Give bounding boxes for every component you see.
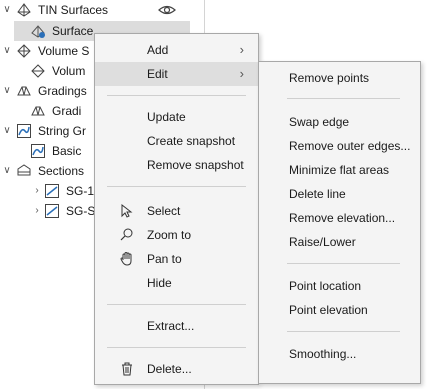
menu-separator	[107, 95, 246, 96]
chevron-down-icon[interactable]: ∨	[2, 161, 12, 181]
submenu-item-point-elevation[interactable]: Point elevation	[259, 299, 420, 321]
submenu-item-minimize-flat-areas[interactable]: Minimize flat areas	[259, 159, 420, 181]
menu-item-label: Pan to	[147, 252, 182, 266]
chevron-down-icon[interactable]: ∨	[2, 0, 12, 20]
menu-separator	[107, 347, 246, 348]
sections-icon	[17, 164, 31, 176]
context-menu: Add › Edit › Update Create snapshot Remo…	[94, 33, 259, 385]
string-group-icon	[17, 124, 31, 138]
submenu-item-label: Point elevation	[289, 303, 368, 317]
edit-submenu: Remove points Swap edge Remove outer edg…	[258, 61, 421, 384]
menu-item-hide[interactable]: Hide	[95, 271, 258, 295]
volume-icon	[31, 64, 45, 78]
chevron-right-icon[interactable]: ›	[32, 201, 42, 221]
submenu-item-label: Raise/Lower	[289, 235, 356, 249]
submenu-separator	[287, 331, 400, 332]
menu-item-zoom-to[interactable]: Zoom to	[95, 223, 258, 247]
section-group-icon	[45, 184, 59, 198]
menu-item-label: Zoom to	[147, 228, 192, 242]
submenu-item-label: Remove outer edges...	[289, 139, 411, 153]
string-icon	[31, 144, 45, 158]
grading-icon	[31, 106, 45, 116]
submenu-separator	[287, 98, 400, 99]
submenu-item-label: Remove elevation...	[289, 211, 396, 225]
chevron-right-icon: ›	[239, 66, 244, 81]
menu-item-label: Create snapshot	[147, 134, 236, 148]
tree-item-label: Sections	[38, 164, 85, 178]
menu-item-pan-to[interactable]: Pan to	[95, 247, 258, 271]
menu-separator	[107, 186, 246, 187]
tree-item-label: SG-S	[66, 204, 96, 218]
menu-item-extract[interactable]: Extract...	[95, 314, 258, 338]
submenu-item-remove-elevation[interactable]: Remove elevation...	[259, 207, 420, 229]
menu-item-create-snapshot[interactable]: Create snapshot	[95, 129, 258, 153]
tree-item-label: Gradi	[52, 104, 82, 118]
tree-item-label: Volum	[52, 64, 86, 78]
tree-item-label: Basic	[52, 144, 82, 158]
chevron-down-icon[interactable]: ∨	[2, 41, 12, 61]
chevron-down-icon[interactable]: ∨	[2, 81, 12, 101]
submenu-item-smoothing[interactable]: Smoothing...	[259, 343, 420, 365]
menu-item-label: Delete...	[147, 362, 192, 376]
submenu-item-remove-points[interactable]: Remove points	[259, 67, 420, 89]
submenu-item-label: Delete line	[289, 187, 346, 201]
tree-item-label: Gradings	[38, 84, 87, 98]
hand-icon	[120, 251, 132, 266]
volume-surface-icon	[17, 44, 31, 58]
magnifier-icon	[120, 228, 133, 241]
submenu-item-point-location[interactable]: Point location	[259, 275, 420, 297]
menu-item-remove-snapshot[interactable]: Remove snapshot	[95, 153, 258, 177]
menu-item-label: Remove snapshot	[147, 158, 244, 172]
submenu-item-label: Minimize flat areas	[289, 163, 390, 177]
trash-icon	[122, 362, 132, 376]
chevron-down-icon[interactable]: ∨	[2, 121, 12, 141]
menu-item-delete[interactable]: Delete...	[95, 357, 258, 381]
tree-item-label: Surface	[52, 24, 94, 38]
menu-item-update[interactable]: Update	[95, 105, 258, 129]
submenu-separator	[287, 263, 400, 264]
menu-item-label: Select	[147, 204, 181, 218]
tree-item-label: String Gr	[38, 124, 87, 138]
grading-icon	[17, 86, 31, 96]
submenu-item-remove-outer-edges[interactable]: Remove outer edges...	[259, 135, 420, 157]
tree-item-label: Volume S	[38, 44, 90, 58]
tree-item-label: TIN Surfaces	[38, 3, 109, 17]
submenu-item-swap-edge[interactable]: Swap edge	[259, 111, 420, 133]
cursor-arrow-icon	[121, 203, 133, 218]
menu-item-label: Edit	[147, 67, 168, 81]
submenu-item-delete-line[interactable]: Delete line	[259, 183, 420, 205]
menu-item-select[interactable]: Select	[95, 199, 258, 223]
tree-item-tin-surfaces[interactable]: ∨ TIN Surfaces	[0, 0, 204, 20]
submenu-item-label: Point location	[289, 279, 362, 293]
section-group-icon	[45, 204, 59, 218]
submenu-item-raise-lower[interactable]: Raise/Lower	[259, 231, 420, 253]
submenu-item-label: Swap edge	[289, 115, 350, 129]
surface-icon	[31, 25, 45, 38]
menu-item-label: Hide	[147, 276, 172, 290]
submenu-item-label: Smoothing...	[289, 347, 357, 361]
chevron-right-icon[interactable]: ›	[32, 181, 42, 201]
menu-item-add[interactable]: Add ›	[95, 38, 258, 62]
submenu-item-label: Remove points	[289, 71, 370, 85]
menu-item-label: Update	[147, 110, 186, 124]
eye-icon[interactable]	[158, 3, 176, 17]
chevron-right-icon: ›	[239, 42, 244, 57]
tin-surface-icon	[17, 3, 31, 17]
tree-item-label: SG-1	[66, 184, 95, 198]
menu-item-label: Extract...	[147, 319, 195, 333]
menu-item-label: Add	[147, 43, 169, 57]
menu-separator	[107, 304, 246, 305]
menu-item-edit[interactable]: Edit ›	[95, 62, 258, 86]
